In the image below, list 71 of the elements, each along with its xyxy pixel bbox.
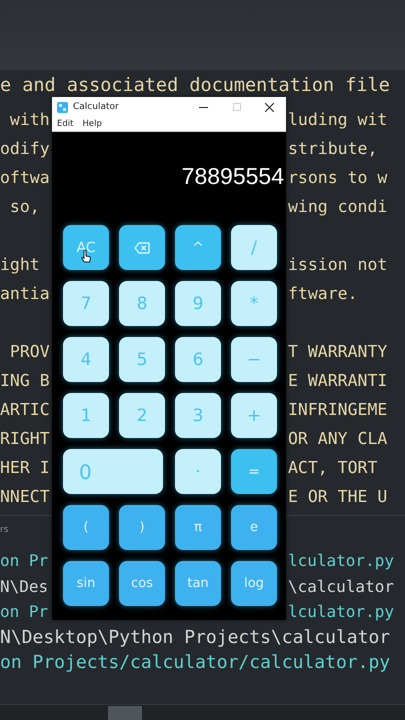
calculator-key[interactable]: 3 [175,393,221,438]
code-fragment: odify [0,138,51,160]
code-fragment: ING B [0,370,51,392]
calculator-key[interactable]: 0 [63,449,163,494]
code-fragment: so, [8,196,41,218]
calculator-key[interactable]: AC [63,225,109,270]
code-fragment: oftwa [0,167,51,189]
code-fragment: RIGHT [0,428,51,450]
minimize-icon [199,106,208,108]
code-fragment: on Pr [0,601,50,623]
code-fragment: rsons to w [288,167,388,189]
code-fragment: ACT, TORT [288,457,378,479]
code-fragment: OR ANY CLA [288,428,388,450]
code-fragment: with [8,109,51,131]
status-tab[interactable] [108,706,142,720]
window-title: Calculator [73,102,120,112]
code-fragment: ftware. [288,283,359,305]
calculator-key[interactable]: · [175,449,221,494]
code-fragment: on Pr [0,550,50,572]
code-line: on Projects/calculator/calculator.py [0,652,390,673]
code-fragment: stribute, [288,138,378,160]
calculator-key[interactable]: 8 [119,281,165,326]
calculator-key[interactable]: sin [63,561,109,606]
calculator-key[interactable]: = [231,449,277,494]
backspace-icon [134,242,150,254]
code-fragment: wing condi [288,196,388,218]
code-fragment: \calculator [288,576,395,598]
code-fragment: ission not [288,254,388,276]
calculator-key[interactable]: cos [119,561,165,606]
calculator-key[interactable]: + [231,393,277,438]
code-fragment: luding wit [288,109,388,131]
calculator-key[interactable]: ( [63,505,109,550]
code-fragment: lculator.py [288,550,395,572]
code-fragment: ARTIC [0,399,51,421]
maximize-icon [232,103,240,111]
code-fragment: NNECT [0,486,51,508]
panel-label: rs [0,524,8,537]
menu-item[interactable]: Help [82,119,102,129]
code-fragment: ight [0,254,41,276]
code-fragment: HER I [0,457,51,479]
close-icon [265,102,274,112]
calculator-key[interactable]: − [231,337,277,382]
calculator-key[interactable]: π [175,505,221,550]
calculator-key[interactable]: * [231,281,277,326]
calculator-key[interactable]: / [231,225,277,270]
calculator-key[interactable]: 4 [63,337,109,382]
calculator-key[interactable] [119,225,165,270]
calculator-key[interactable]: 9 [175,281,221,326]
code-fragment: N\Des [0,576,50,598]
code-fragment: INFRINGEME [288,399,388,421]
calculator-key[interactable]: tan [175,561,221,606]
code-fragment: PROV [8,341,51,363]
calculator-key[interactable]: 2 [119,393,165,438]
calculator-key[interactable]: e [231,505,277,550]
calculator-key[interactable]: ) [119,505,165,550]
code-fragment: antia [0,283,51,305]
calculator-key[interactable]: 6 [175,337,221,382]
code-fragment: lculator.py [288,601,395,623]
code-line: N\Desktop\Python Projects\calculator [0,626,390,648]
calculator-key[interactable]: 5 [119,337,165,382]
code-fragment: E WARRANTI [288,370,388,392]
calculator-key[interactable]: 7 [63,281,109,326]
calculator-key[interactable]: log [231,561,277,606]
calculator-key[interactable]: 1 [63,393,109,438]
menu-item[interactable]: Edit [57,119,74,129]
calculator-key[interactable]: ^ [175,225,221,270]
code-fragment: T WARRANTY [288,341,388,363]
code-line: e and associated documentation file [0,75,390,96]
app-icon [57,102,68,112]
code-fragment: E OR THE U [288,486,388,508]
display-value: 78895554 [182,162,284,190]
